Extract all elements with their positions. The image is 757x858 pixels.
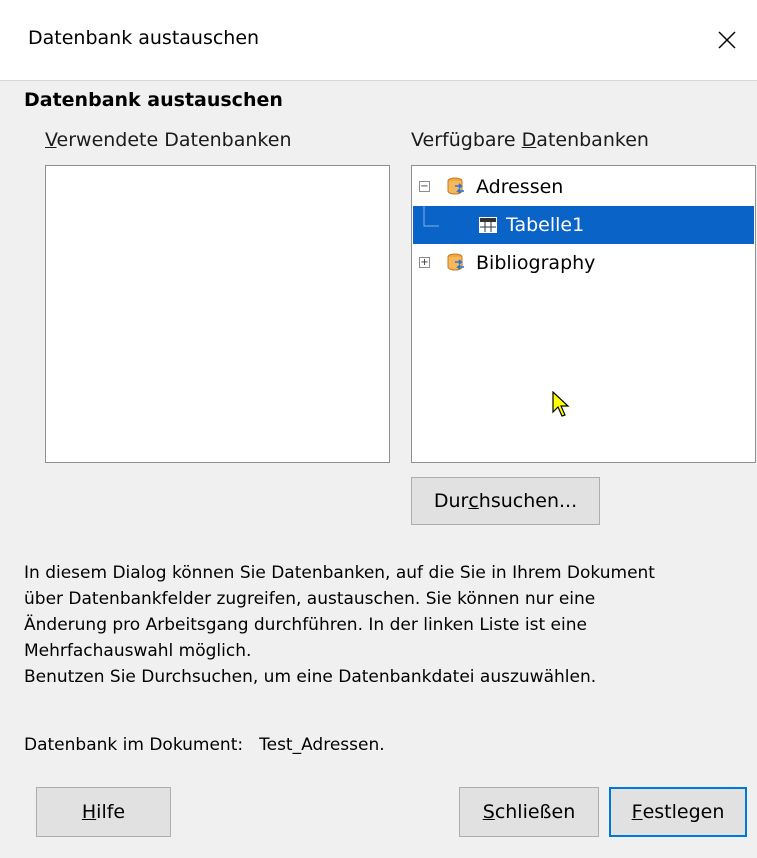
database-icon xyxy=(447,253,464,271)
document-database-label: Datenbank im Dokument: xyxy=(24,735,244,755)
tree-item-label: Bibliography xyxy=(476,252,596,274)
table-icon xyxy=(479,217,497,233)
tree-item-label: Adressen xyxy=(476,176,564,198)
used-databases-list[interactable] xyxy=(45,165,390,463)
browse-button[interactable]: Dur c hsuchen... xyxy=(411,477,600,525)
exchange-database-dialog: Datenbank austauschen Datenbank austausc… xyxy=(0,0,757,858)
section-heading: Datenbank austauschen xyxy=(24,89,283,111)
description-text: In diesem Dialog können Sie Datenbanken,… xyxy=(24,563,655,687)
available-databases-label: Verfügbare Datenbanken xyxy=(411,129,649,151)
tree-item-bibliography[interactable]: + Bibliography xyxy=(413,244,754,282)
title-bar: Datenbank austauschen xyxy=(0,0,757,81)
close-button[interactable]: Schließen xyxy=(459,787,599,837)
apply-button[interactable]: Festlegen xyxy=(609,787,747,837)
tree-item-label: Tabelle1 xyxy=(506,214,585,236)
used-databases-label: Verwendete Datenbanken xyxy=(45,129,292,151)
database-icon xyxy=(447,177,464,195)
tree-item-tabelle1[interactable]: Tabelle1 xyxy=(413,206,754,244)
tree-connector xyxy=(423,206,439,227)
close-icon xyxy=(718,31,736,49)
available-databases-tree[interactable]: − Adressen Tabelle1 + Bibliography xyxy=(411,165,756,463)
collapse-icon[interactable]: − xyxy=(419,181,430,192)
mouse-cursor-icon xyxy=(552,391,570,417)
tree-item-adressen[interactable]: − Adressen xyxy=(413,168,754,206)
document-database-info: Datenbank im Dokument: Test_Adressen. xyxy=(24,735,385,755)
close-window-button[interactable] xyxy=(697,0,757,80)
help-button[interactable]: Hilfe xyxy=(36,787,171,837)
expand-icon[interactable]: + xyxy=(419,257,430,268)
window-title: Datenbank austauschen xyxy=(28,27,260,49)
document-database-value: Test_Adressen. xyxy=(259,735,385,755)
